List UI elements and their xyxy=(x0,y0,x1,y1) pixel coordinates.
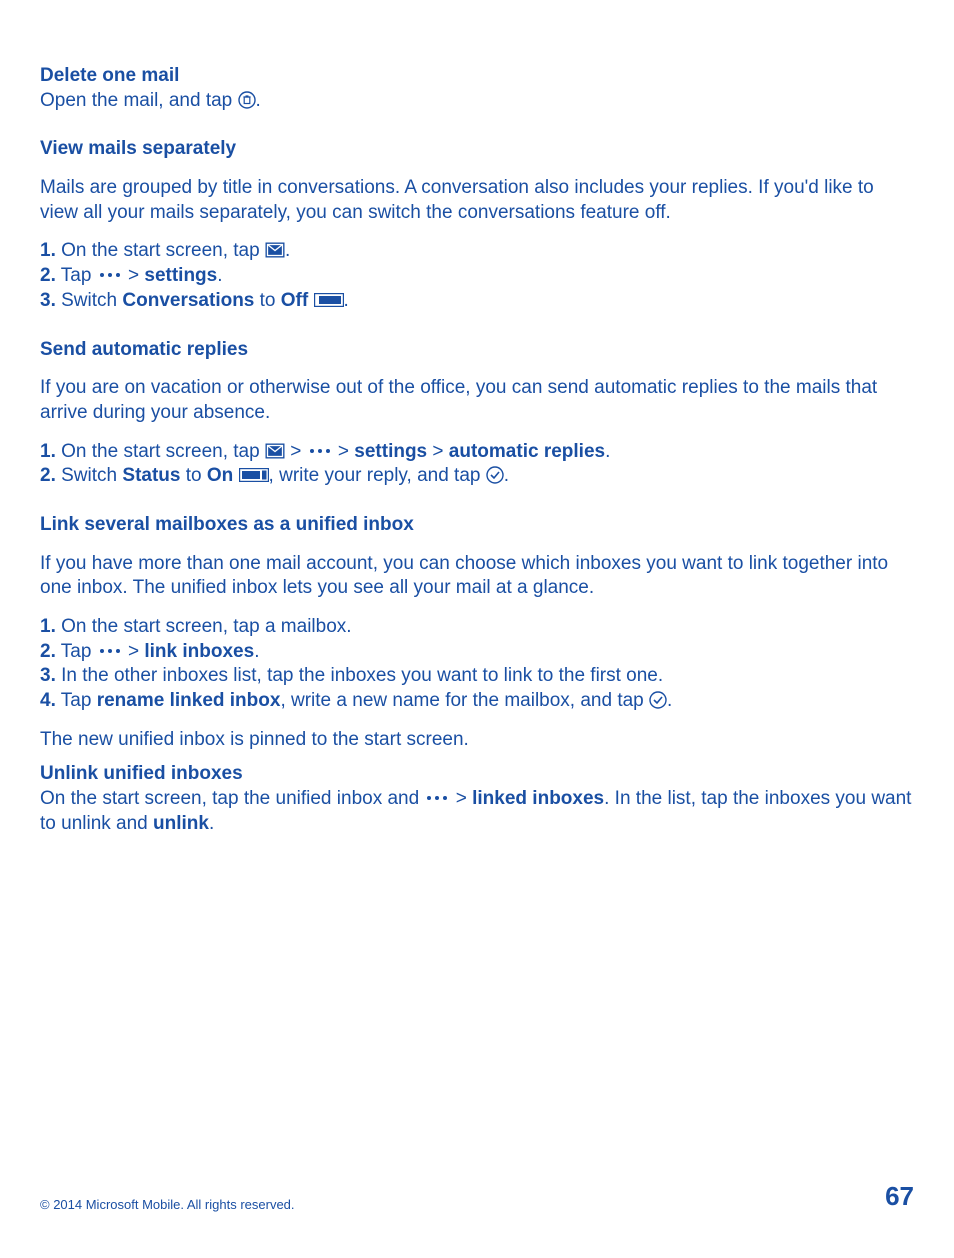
step-1: 1. On the start screen, tap > > settings… xyxy=(40,440,914,465)
check-circle-icon xyxy=(649,691,667,709)
view-separately-steps: 1. On the start screen, tap . 2. Tap > s… xyxy=(40,239,914,313)
link-mailboxes-intro: If you have more than one mail account, … xyxy=(40,552,914,601)
trash-icon xyxy=(238,91,256,109)
text-automatic-replies: automatic replies xyxy=(449,441,605,462)
step-1: 1. On the start screen, tap . xyxy=(40,239,914,264)
step-3: 3. In the other inboxes list, tap the in… xyxy=(40,664,914,689)
link-mailboxes-after: The new unified inbox is pinned to the s… xyxy=(40,728,914,753)
text-off: Off xyxy=(281,290,308,311)
section-link-mailboxes: Link several mailboxes as a unified inbo… xyxy=(40,513,914,753)
link-mailboxes-steps: 1. On the start screen, tap a mailbox. 2… xyxy=(40,615,914,714)
heading-auto-replies: Send automatic replies xyxy=(40,338,914,363)
step-4: 4. Tap rename linked inbox, write a new … xyxy=(40,689,914,714)
page-number: 67 xyxy=(885,1180,914,1214)
text-linked-inboxes: linked inboxes xyxy=(472,788,604,809)
more-icon xyxy=(97,647,123,655)
section-delete-one-mail: Delete one mail Open the mail, and tap . xyxy=(40,64,914,113)
copyright-text: © 2014 Microsoft Mobile. All rights rese… xyxy=(40,1197,295,1214)
text-settings: settings xyxy=(144,265,217,286)
heading-delete-one-mail: Delete one mail xyxy=(40,64,914,89)
auto-replies-steps: 1. On the start screen, tap > > settings… xyxy=(40,440,914,489)
text-on: On xyxy=(207,465,233,486)
more-icon xyxy=(307,447,333,455)
step-1: 1. On the start screen, tap a mailbox. xyxy=(40,615,914,640)
step-2: 2. Switch Status to On , write your repl… xyxy=(40,464,914,489)
text-settings: settings xyxy=(354,441,427,462)
unlink-instruction: On the start screen, tap the unified inb… xyxy=(40,787,914,836)
mail-icon xyxy=(265,443,285,459)
step-2: 2. Tap > settings. xyxy=(40,264,914,289)
text-unlink: unlink xyxy=(153,813,209,834)
auto-replies-intro: If you are on vacation or otherwise out … xyxy=(40,376,914,425)
text-status: Status xyxy=(122,465,180,486)
step-3: 3. Switch Conversations to Off . xyxy=(40,289,914,314)
section-view-separately: View mails separately Mails are grouped … xyxy=(40,137,914,313)
page-footer: © 2014 Microsoft Mobile. All rights rese… xyxy=(40,1180,914,1214)
heading-view-separately: View mails separately xyxy=(40,137,914,162)
view-separately-intro: Mails are grouped by title in conversati… xyxy=(40,176,914,225)
section-unlink-inboxes: Unlink unified inboxes On the start scre… xyxy=(40,762,914,836)
heading-unlink-inboxes: Unlink unified inboxes xyxy=(40,762,914,787)
more-icon xyxy=(424,794,450,802)
text-rename-linked-inbox: rename linked inbox xyxy=(97,690,281,711)
toggle-off-icon xyxy=(314,293,344,307)
delete-mail-instruction: Open the mail, and tap . xyxy=(40,89,914,114)
text-link-inboxes: link inboxes xyxy=(144,641,254,662)
section-auto-replies: Send automatic replies If you are on vac… xyxy=(40,338,914,489)
heading-link-mailboxes: Link several mailboxes as a unified inbo… xyxy=(40,513,914,538)
step-2: 2. Tap > link inboxes. xyxy=(40,640,914,665)
toggle-on-icon xyxy=(239,468,269,482)
text-conversations: Conversations xyxy=(122,290,254,311)
check-circle-icon xyxy=(486,466,504,484)
more-icon xyxy=(97,271,123,279)
mail-icon xyxy=(265,242,285,258)
